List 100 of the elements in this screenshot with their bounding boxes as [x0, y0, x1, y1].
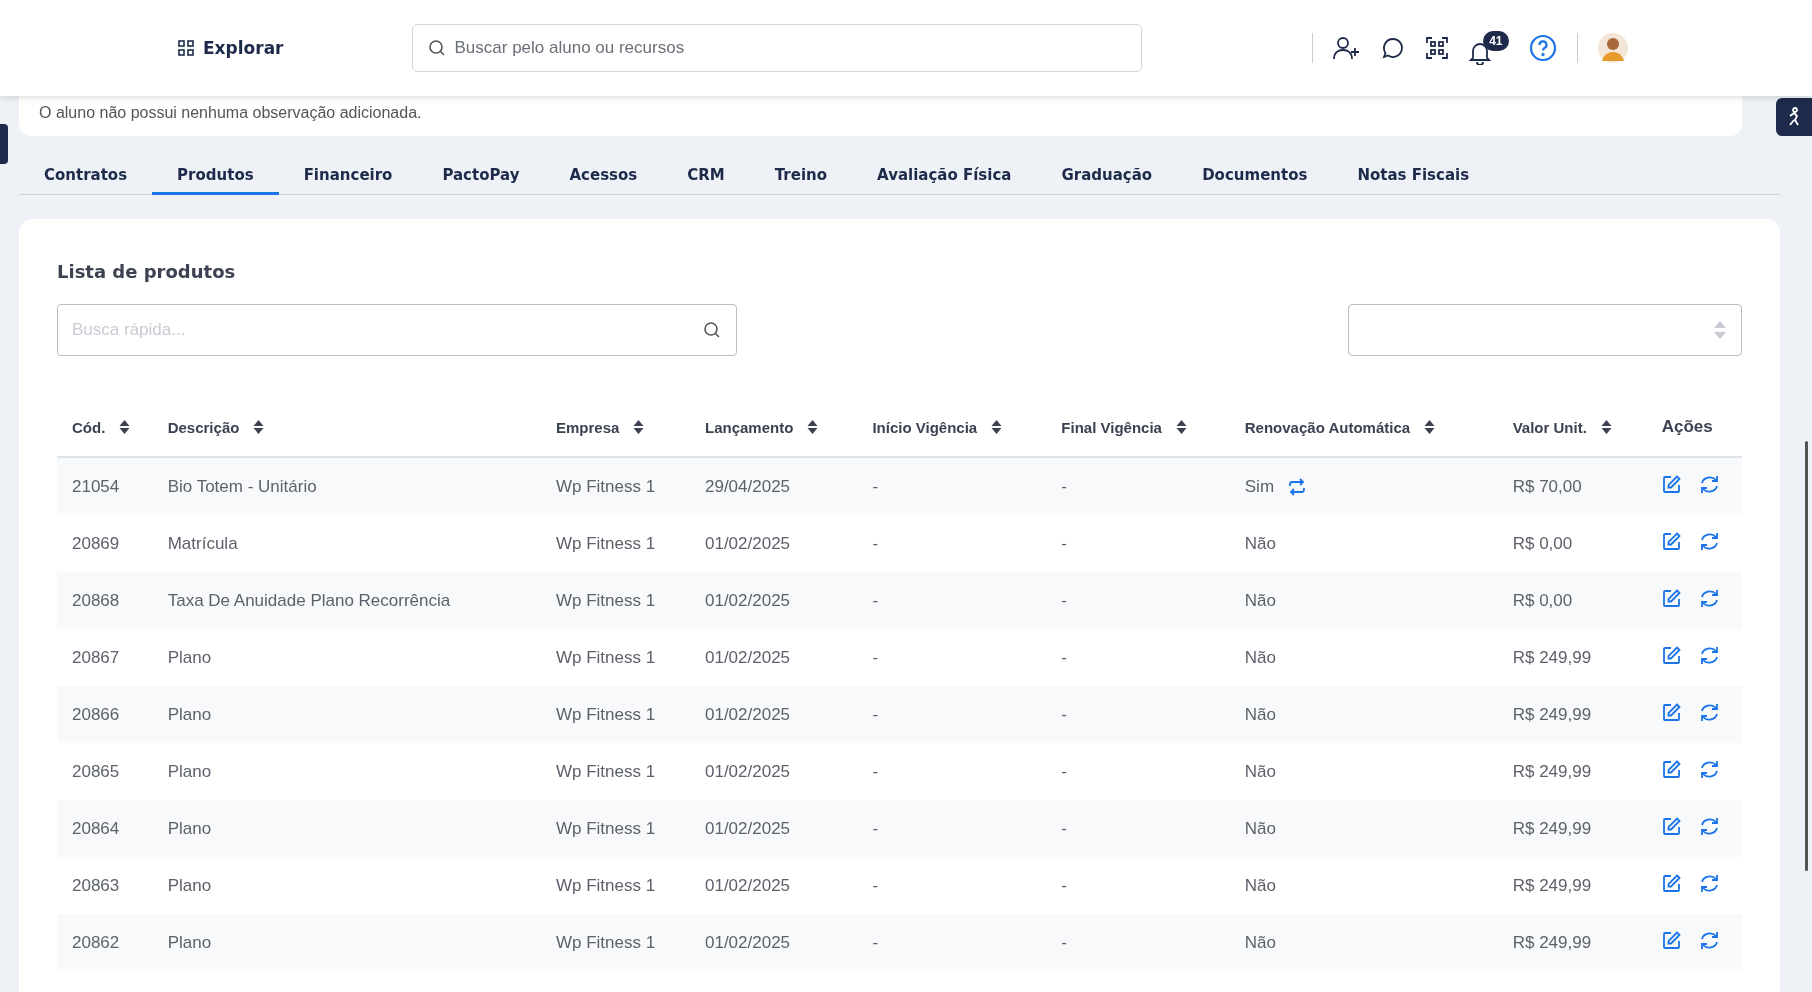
- search-field[interactable]: Buscar pelo aluno ou recursos: [411, 24, 1142, 72]
- refresh-icon[interactable]: [1698, 531, 1720, 551]
- table-cell: 01/02/2025: [704, 818, 791, 839]
- table-cell: 20863: [72, 875, 120, 896]
- edit-icon[interactable]: [1661, 588, 1681, 608]
- table-cell: 20866: [72, 704, 120, 725]
- table-cell: 01/02/2025: [704, 704, 791, 725]
- table-cell: 01/02/2025: [704, 590, 791, 611]
- table-cell: -: [872, 704, 879, 725]
- table-cell: -: [872, 932, 879, 953]
- tab[interactable]: Produtos: [152, 156, 279, 195]
- table-cell: Plano: [167, 761, 212, 782]
- observation-text: O aluno não possui nenhuma observação adicionada.: [39, 104, 422, 121]
- table-cell: -: [1061, 647, 1067, 668]
- tab[interactable]: Avaliação Física: [852, 156, 1037, 195]
- table-cell: 01/02/2025: [704, 533, 791, 554]
- table-cell: 20864: [72, 818, 120, 839]
- edit-icon[interactable]: [1661, 816, 1681, 836]
- scrollbar-thumb[interactable]: [1805, 441, 1808, 871]
- table-cell: Wp Fitness 1: [555, 875, 656, 896]
- qr-code-icon[interactable]: [1424, 36, 1449, 60]
- table-cell: Bio Totem - Unitário: [167, 476, 317, 497]
- edit-icon[interactable]: [1661, 759, 1681, 779]
- tab[interactable]: Financeiro: [278, 156, 418, 195]
- tab[interactable]: CRM: [662, 156, 750, 195]
- table-cell: -: [872, 818, 879, 839]
- sort-icon[interactable]: [1424, 419, 1436, 435]
- refresh-icon[interactable]: [1698, 702, 1720, 722]
- search-icon: [703, 321, 721, 339]
- tab[interactable]: Graduação: [1036, 156, 1178, 195]
- table-cell: 01/02/2025: [704, 932, 791, 953]
- column-header: Final Vigência: [1061, 418, 1162, 436]
- table-cell: -: [872, 476, 879, 497]
- table-cell: Não: [1244, 875, 1276, 896]
- table-cell: Não: [1244, 533, 1276, 554]
- explore-button[interactable]: Explorar: [172, 37, 290, 59]
- sort-icon[interactable]: [119, 419, 131, 435]
- tab[interactable]: PactoPay: [417, 156, 545, 195]
- table-cell: 20868: [72, 590, 120, 611]
- table-cell: -: [872, 647, 879, 668]
- table-cell: -: [1061, 761, 1067, 782]
- refresh-icon[interactable]: [1698, 588, 1720, 608]
- table-cell: Wp Fitness 1: [555, 818, 656, 839]
- refresh-icon[interactable]: [1698, 930, 1720, 950]
- table-cell: 20865: [72, 761, 120, 782]
- table-cell: Taxa De Anuidade Plano Recorrência: [167, 590, 451, 611]
- table-cell: -: [1061, 875, 1067, 896]
- edit-icon[interactable]: [1661, 474, 1681, 494]
- sort-icon[interactable]: [253, 419, 265, 435]
- tab[interactable]: Contratos: [19, 156, 153, 195]
- notification-bell[interactable]: 41: [1468, 31, 1509, 65]
- table-cell: -: [1061, 818, 1067, 839]
- table-cell: R$ 249,99: [1512, 761, 1592, 782]
- column-header: Descrição: [167, 418, 240, 436]
- edit-icon[interactable]: [1661, 930, 1681, 950]
- table-cell: 20869: [72, 533, 120, 554]
- column-header: Ações: [1661, 417, 1713, 437]
- table-cell: Não: [1244, 590, 1276, 611]
- table-cell: R$ 0,00: [1512, 533, 1573, 554]
- table-cell: Wp Fitness 1: [555, 704, 656, 725]
- add-user-icon[interactable]: [1332, 36, 1361, 60]
- table-cell: Não: [1244, 818, 1276, 839]
- refresh-icon[interactable]: [1698, 873, 1720, 893]
- refresh-icon[interactable]: [1698, 816, 1720, 836]
- tab[interactable]: Documentos: [1177, 156, 1333, 195]
- sort-icon[interactable]: [807, 419, 819, 435]
- table-cell: -: [872, 875, 879, 896]
- select-field[interactable]: [1348, 304, 1742, 356]
- sort-icon[interactable]: [633, 419, 645, 435]
- sort-icon[interactable]: [1600, 419, 1612, 435]
- table-cell: Sim: [1244, 476, 1275, 497]
- edit-icon[interactable]: [1661, 531, 1681, 551]
- help-icon[interactable]: [1528, 34, 1557, 62]
- avatar-icon[interactable]: [1597, 33, 1628, 63]
- refresh-icon[interactable]: [1698, 759, 1720, 779]
- tab[interactable]: Treino: [749, 156, 853, 195]
- tab[interactable]: Notas Fiscais: [1332, 156, 1495, 195]
- table-cell: Não: [1244, 761, 1276, 782]
- accessibility-button[interactable]: [1776, 98, 1812, 136]
- search-icon: [427, 39, 446, 57]
- table-cell: Não: [1244, 932, 1276, 953]
- table-cell: R$ 70,00: [1512, 476, 1582, 497]
- edit-icon[interactable]: [1661, 702, 1681, 722]
- tab[interactable]: Acessos: [544, 156, 663, 195]
- edit-icon[interactable]: [1661, 873, 1681, 893]
- sort-arrows-icon: [1713, 320, 1727, 340]
- edit-icon[interactable]: [1661, 645, 1681, 665]
- column-header: Início Vigência: [872, 418, 978, 436]
- column-header: Empresa: [555, 418, 620, 436]
- table-cell: R$ 249,99: [1512, 647, 1592, 668]
- refresh-icon[interactable]: [1698, 645, 1720, 665]
- repeat-icon: [1288, 477, 1307, 496]
- refresh-icon[interactable]: [1698, 474, 1720, 494]
- sort-icon[interactable]: [1175, 419, 1187, 435]
- chat-icon[interactable]: [1380, 36, 1405, 60]
- table-cell: Wp Fitness 1: [555, 932, 656, 953]
- table-cell: -: [872, 590, 879, 611]
- table-cell: -: [872, 533, 879, 554]
- sort-icon[interactable]: [991, 419, 1003, 435]
- table-cell: -: [1061, 533, 1067, 554]
